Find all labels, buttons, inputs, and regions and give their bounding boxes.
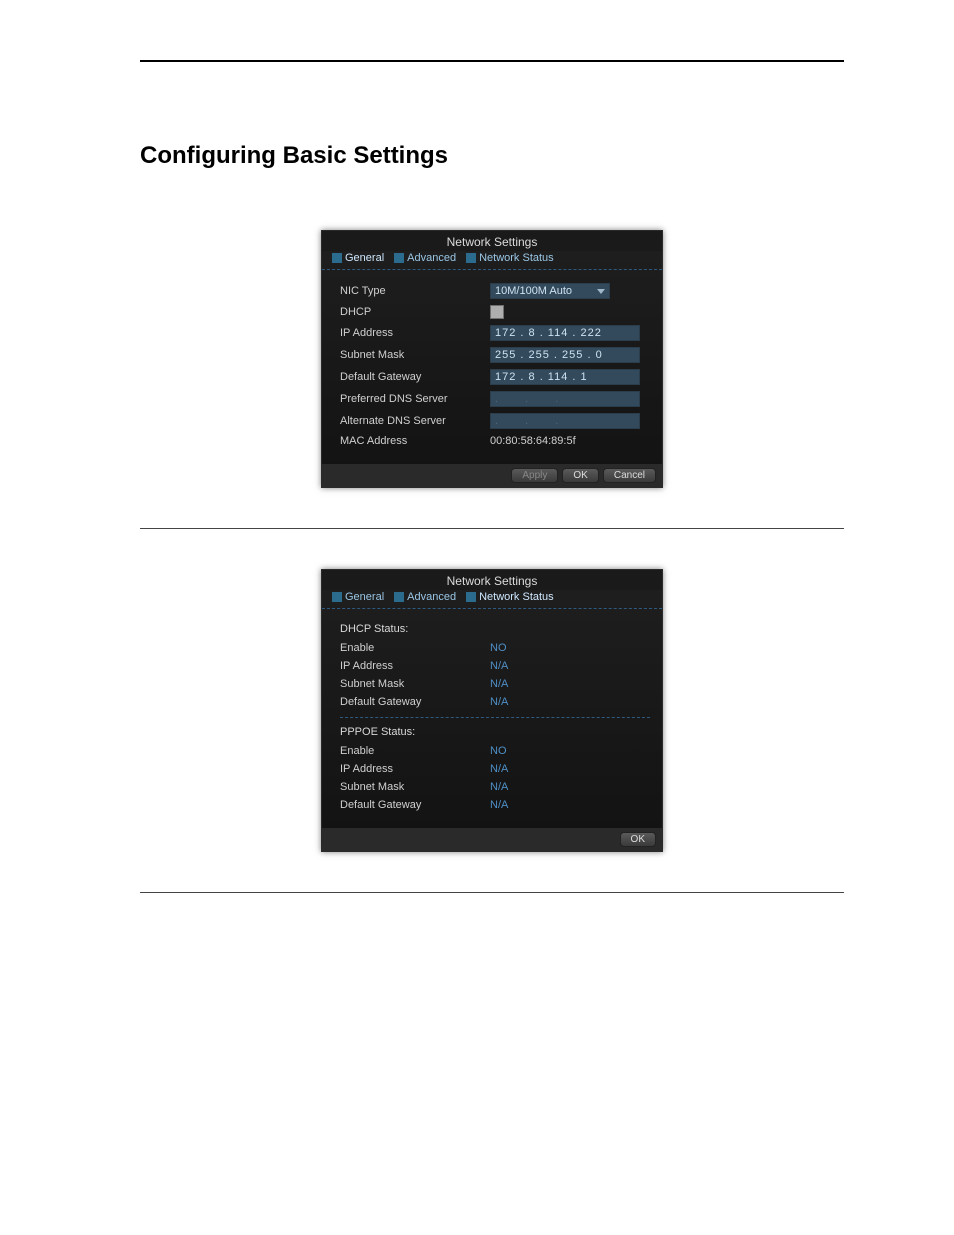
chevron-down-icon [597,289,605,294]
tab-icon [332,253,342,263]
dhcp-subnet-value: N/A [490,678,508,690]
tab-icon [394,253,404,263]
label-default-gateway: Default Gateway [340,371,490,383]
tab-icon [332,592,342,602]
tab-label: Network Status [479,591,554,603]
alternate-dns-input[interactable]: . . . [490,413,640,429]
label-pppoe-ip: IP Address [340,763,490,775]
label-pppoe-enable: Enable [340,745,490,757]
nic-type-value: 10M/100M Auto [495,283,572,299]
dhcp-enable-value: NO [490,642,507,654]
pppoe-ip-value: N/A [490,763,508,775]
label-pppoe-subnet: Subnet Mask [340,781,490,793]
dhcp-gateway-value: N/A [490,696,508,708]
pppoe-enable-value: NO [490,745,507,757]
preferred-dns-input[interactable]: . . . [490,391,640,407]
label-pppoe-gateway: Default Gateway [340,799,490,811]
dialog-title: Network Settings [322,231,662,251]
label-ip-address: IP Address [340,327,490,339]
label-mac-address: MAC Address [340,435,490,447]
nic-type-select[interactable]: 10M/100M Auto [490,283,610,299]
dialog-footer: OK [322,828,662,851]
cancel-button[interactable]: Cancel [603,468,656,483]
tab-advanced[interactable]: Advanced [390,251,460,265]
label-dhcp-enable: Enable [340,642,490,654]
ok-button[interactable]: OK [562,468,598,483]
ok-button[interactable]: OK [620,832,656,847]
network-settings-dialog-general: Network Settings General Advanced Networ… [321,230,663,488]
apply-button[interactable]: Apply [511,468,558,483]
tab-advanced[interactable]: Advanced [390,590,460,604]
pppoe-status-header: PPPOE Status: [340,726,650,738]
ip-address-input[interactable]: 172 . 8 . 114 . 222 [490,325,640,341]
dhcp-checkbox[interactable] [490,305,504,319]
dhcp-status-header: DHCP Status: [340,623,650,635]
label-dhcp-gateway: Default Gateway [340,696,490,708]
label-dhcp-subnet: Subnet Mask [340,678,490,690]
tab-icon [466,253,476,263]
label-subnet-mask: Subnet Mask [340,349,490,361]
tab-strip: General Advanced Network Status [322,590,662,609]
tab-label: Advanced [407,252,456,264]
tab-label: General [345,252,384,264]
dialog-footer: Apply OK Cancel [322,464,662,487]
tab-label: Advanced [407,591,456,603]
label-dhcp: DHCP [340,306,490,318]
tab-general[interactable]: General [328,251,388,265]
label-nic-type: NIC Type [340,285,490,297]
tab-general[interactable]: General [328,590,388,604]
dialog-body: NIC Type 10M/100M Auto DHCP IP Address 1… [322,270,662,464]
tab-network-status[interactable]: Network Status [462,590,558,604]
section-divider [340,717,650,718]
subnet-mask-input[interactable]: 255 . 255 . 255 . 0 [490,347,640,363]
dialog-title: Network Settings [322,570,662,590]
top-divider [140,60,844,62]
tab-strip: General Advanced Network Status [322,251,662,270]
tab-icon [394,592,404,602]
pppoe-subnet-value: N/A [490,781,508,793]
label-preferred-dns: Preferred DNS Server [340,393,490,405]
pppoe-gateway-value: N/A [490,799,508,811]
network-settings-dialog-status: Network Settings General Advanced Networ… [321,569,663,852]
divider [140,528,844,529]
tab-label: Network Status [479,252,554,264]
tab-network-status[interactable]: Network Status [462,251,558,265]
dialog-body: DHCP Status: EnableNO IP AddressN/A Subn… [322,609,662,828]
divider [140,892,844,893]
section-heading: Configuring Basic Settings [140,142,844,170]
default-gateway-input[interactable]: 172 . 8 . 114 . 1 [490,369,640,385]
mac-address-value: 00:80:58:64:89:5f [490,435,576,447]
label-alternate-dns: Alternate DNS Server [340,415,490,427]
dhcp-ip-value: N/A [490,660,508,672]
label-dhcp-ip: IP Address [340,660,490,672]
tab-icon [466,592,476,602]
tab-label: General [345,591,384,603]
